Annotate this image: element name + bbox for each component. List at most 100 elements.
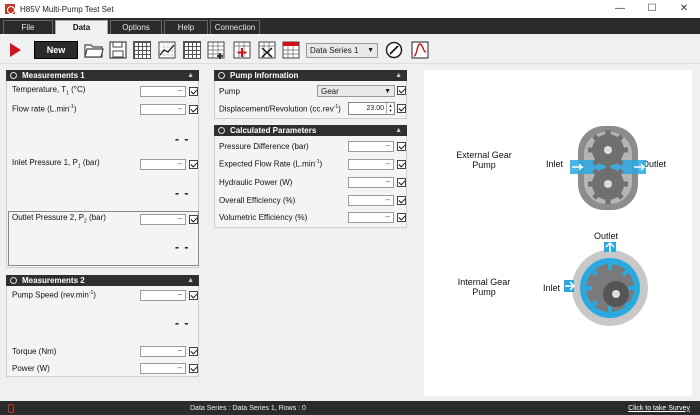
toolbar: New Data Series 1 ▼ — [0, 34, 700, 64]
expected-flow-label: Expected Flow Rate (L.min-1) — [219, 159, 323, 169]
power-field[interactable]: -- — [140, 363, 186, 374]
power-checkbox[interactable] — [189, 364, 198, 373]
outlet-pressure-field[interactable]: -- — [140, 214, 186, 225]
temperature-label: Temperature, T1 (°C) — [12, 85, 86, 97]
status-bar: Data Series : Data Series 1, Rows : 0 Cl… — [0, 401, 700, 415]
overall-efficiency-checkbox[interactable] — [397, 196, 406, 205]
clear-table-icon[interactable] — [281, 40, 301, 60]
displacement-checkbox[interactable] — [397, 104, 406, 113]
calculated-header[interactable]: Calculated Parameters ▲ — [214, 125, 407, 136]
tab-data[interactable]: Data — [55, 20, 108, 34]
chevron-down-icon: ▼ — [367, 47, 374, 54]
gear-icon — [218, 72, 225, 79]
expected-flow-checkbox[interactable] — [397, 160, 406, 169]
tab-connection[interactable]: Connection — [210, 20, 260, 34]
overall-efficiency-field[interactable]: -- — [348, 195, 394, 206]
table-edit-icon[interactable] — [182, 40, 202, 60]
hydraulic-power-checkbox[interactable] — [397, 178, 406, 187]
status-text: Data Series : Data Series 1, Rows : 0 — [190, 404, 306, 412]
delete-row-icon[interactable] — [257, 40, 277, 60]
torque-label: Torque (Nm) — [12, 346, 57, 356]
connection-status-icon — [8, 403, 14, 413]
pump-checkbox[interactable] — [397, 86, 406, 95]
tab-help[interactable]: Help — [164, 20, 208, 34]
collapse-icon[interactable]: ▲ — [395, 127, 402, 134]
pressure-diff-label: Pressure Difference (bar) — [219, 141, 309, 151]
internal-gear-pump-icon — [564, 242, 648, 326]
pump-info-header[interactable]: Pump Information ▲ — [214, 70, 407, 81]
pump-info-title: Pump Information — [230, 71, 299, 80]
external-gear-title: External Gear Pump — [456, 150, 512, 170]
flow-rate-label: Flow rate (L.min-1) — [12, 104, 77, 114]
collapse-icon[interactable]: ▲ — [187, 277, 194, 284]
torque-checkbox[interactable] — [189, 347, 198, 356]
data-series-value: Data Series 1 — [310, 46, 359, 55]
measurements2-header[interactable]: Measurements 2 ▲ — [6, 275, 199, 286]
pump-speed-field[interactable]: -- — [140, 290, 186, 301]
calculated-title: Calculated Parameters — [230, 126, 317, 135]
inlet-pressure-label: Inlet Pressure 1, P1 (bar) — [12, 158, 100, 170]
external-inlet-label: Inlet — [546, 159, 564, 169]
add-row-icon[interactable] — [232, 40, 252, 60]
displacement-value: 23.00 — [366, 105, 384, 112]
torque-field[interactable]: -- — [140, 346, 186, 357]
displacement-label: Displacement/Revolution (cc.rev-1) — [219, 104, 341, 114]
data-series-select[interactable]: Data Series 1 ▼ — [306, 43, 378, 58]
hydraulic-power-label: Hydraulic Power (W) — [219, 177, 293, 187]
gear-icon — [218, 127, 225, 134]
displacement-spinner[interactable]: 23.00 ▲ ▼ — [348, 102, 395, 115]
window-title: H85V Multi-Pump Test Set — [20, 4, 114, 14]
table-view-icon[interactable] — [132, 40, 152, 60]
power-label: Power (W) — [12, 363, 50, 373]
volumetric-efficiency-label: Volumetric Efficiency (%) — [219, 212, 308, 222]
inlet-pressure-checkbox[interactable] — [189, 160, 198, 169]
pump-label: Pump — [219, 86, 240, 96]
inlet-pressure-field[interactable]: -- — [140, 159, 186, 170]
measurements2-title: Measurements 2 — [22, 276, 85, 285]
outlet-pressure-readout: - - — [175, 240, 190, 254]
spinner-arrows-icon[interactable]: ▲ ▼ — [386, 103, 394, 114]
internal-inlet-label: Inlet — [543, 283, 561, 293]
overall-efficiency-label: Overall Efficiency (%) — [219, 195, 296, 205]
pump-speed-readout: - - — [175, 316, 190, 330]
minimize-icon[interactable]: — — [604, 0, 636, 18]
play-icon[interactable] — [8, 40, 22, 60]
internal-gear-title: Internal Gear Pump — [457, 277, 511, 297]
gauge-icon[interactable] — [384, 40, 404, 60]
pump-select[interactable]: Gear ▼ — [317, 85, 395, 97]
outlet-pressure-label: Outlet Pressure 2, P2 (bar) — [12, 213, 106, 225]
pump-speed-checkbox[interactable] — [189, 291, 198, 300]
pump-speed-label: Pump Speed (rev.min-1) — [12, 290, 96, 300]
line-chart-icon[interactable] — [157, 40, 177, 60]
pressure-diff-field[interactable]: -- — [348, 141, 394, 152]
pump-diagram: External Gear Pump Inlet Outlet Internal… — [424, 70, 692, 396]
chevron-down-icon: ▼ — [384, 87, 391, 95]
expected-flow-field[interactable]: -- — [348, 159, 394, 170]
outlet-pressure-checkbox[interactable] — [189, 215, 198, 224]
graph-icon[interactable] — [410, 40, 430, 60]
hydraulic-power-field[interactable]: -- — [348, 177, 394, 188]
tab-file[interactable]: File — [3, 20, 53, 34]
pump-select-value: Gear — [321, 86, 339, 96]
measurements1-header[interactable]: Measurements 1 ▲ — [6, 70, 199, 81]
maximize-icon[interactable]: ☐ — [636, 0, 668, 18]
temperature-checkbox[interactable] — [189, 87, 198, 96]
app-icon — [5, 4, 15, 14]
new-button[interactable]: New — [34, 41, 78, 59]
collapse-icon[interactable]: ▲ — [187, 72, 194, 79]
survey-link[interactable]: Click to take Survey — [628, 405, 690, 412]
collapse-icon[interactable]: ▲ — [395, 72, 402, 79]
save-icon[interactable] — [108, 40, 128, 60]
volumetric-efficiency-field[interactable]: -- — [348, 212, 394, 223]
internal-outlet-label: Outlet — [594, 231, 619, 241]
close-icon[interactable]: ✕ — [668, 0, 700, 18]
open-folder-icon[interactable] — [84, 40, 104, 60]
flow-rate-field[interactable]: -- — [140, 104, 186, 115]
volumetric-efficiency-checkbox[interactable] — [397, 213, 406, 222]
flow-rate-checkbox[interactable] — [189, 105, 198, 114]
pressure-diff-checkbox[interactable] — [397, 142, 406, 151]
tab-options[interactable]: Options — [110, 20, 162, 34]
table-insert-icon[interactable] — [206, 40, 226, 60]
measurements1-title: Measurements 1 — [22, 71, 85, 80]
temperature-field[interactable]: -- — [140, 86, 186, 97]
